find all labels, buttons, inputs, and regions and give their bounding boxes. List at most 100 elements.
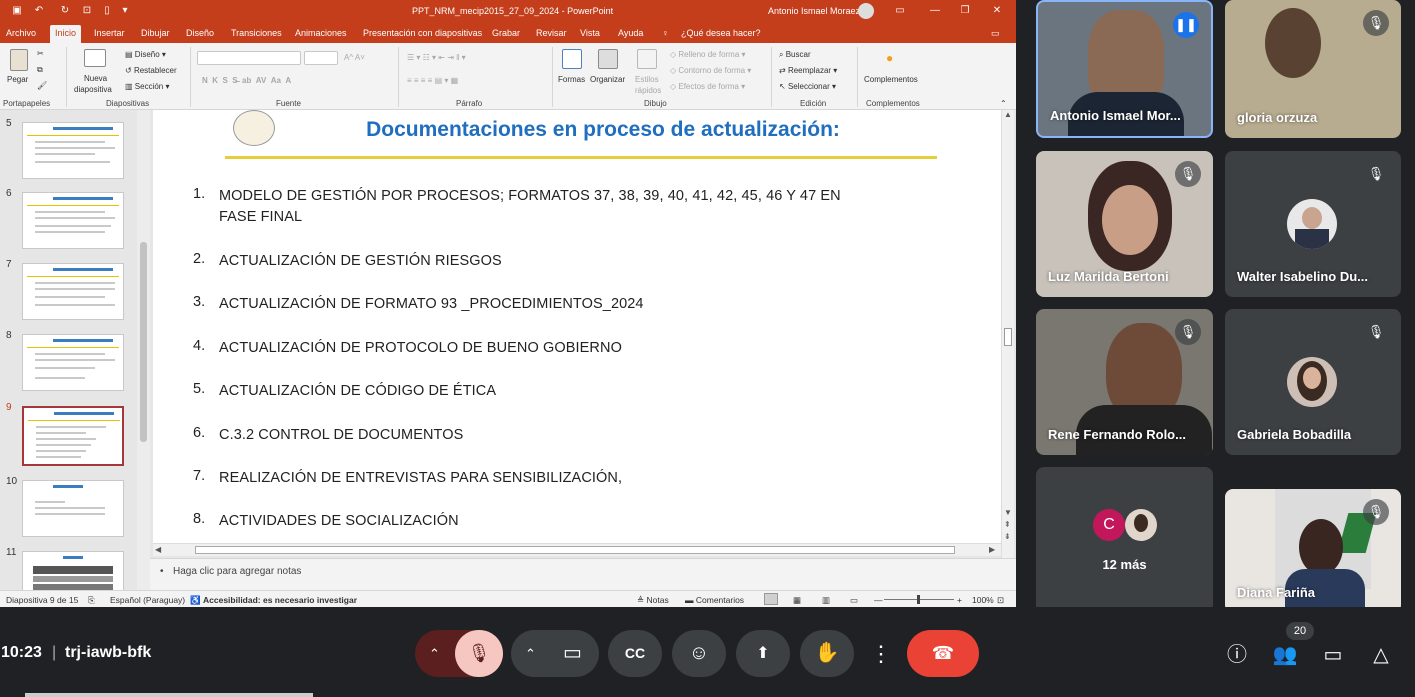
participant-tile-walter[interactable]: 🎙 Walter Isabelino Du... <box>1225 151 1401 297</box>
tab-diseno[interactable]: Diseño <box>186 28 214 38</box>
activities-icon[interactable]: △ <box>1367 641 1395 669</box>
slide-scroll-thumb[interactable] <box>1004 328 1012 346</box>
participant-tile-diana[interactable]: 🎙 Diana Fariña <box>1225 489 1401 613</box>
sorter-view-icon[interactable]: ▦ <box>793 595 801 606</box>
undo-icon[interactable]: ↶ <box>32 4 46 18</box>
tab-revisar[interactable]: Revisar <box>536 28 567 38</box>
addins-label[interactable]: Complementos <box>864 75 918 84</box>
quick-styles-label-2[interactable]: rápidos <box>635 86 661 95</box>
slide-vertical-scrollbar[interactable]: ▲ ▼ ⇞ ⇟ <box>1001 110 1014 558</box>
chat-icon[interactable]: ▭ <box>1319 641 1347 669</box>
arrange-icon[interactable] <box>598 49 618 69</box>
thumbnails-scrollbar[interactable] <box>137 110 150 590</box>
shape-fill-button[interactable]: ◇ Relleno de forma ▾ <box>670 50 746 59</box>
comments-button[interactable]: ▬ Comentarios <box>685 595 744 605</box>
spellcheck-icon[interactable]: ⎘ <box>88 595 95 606</box>
leave-call-button[interactable]: ☎ <box>907 630 979 677</box>
slideshow-view-icon[interactable]: ▭ <box>850 595 858 606</box>
new-slide-label-2[interactable]: diapositiva <box>74 85 112 94</box>
ribbon-options-icon[interactable]: ▭ <box>893 4 907 18</box>
save-icon[interactable]: ▣ <box>10 4 24 18</box>
zoom-in-icon[interactable]: + <box>957 595 962 605</box>
quick-styles-icon[interactable] <box>637 49 657 69</box>
replace-button[interactable]: ⇄ Reemplazar ▾ <box>779 66 837 75</box>
emoji-button[interactable]: ☺ <box>672 630 726 677</box>
shape-effects-button[interactable]: ◇ Efectos de forma ▾ <box>670 82 745 91</box>
restore-icon[interactable]: ❐ <box>958 4 972 18</box>
tab-presentacion[interactable]: Presentación con diapositivas <box>363 28 482 38</box>
tab-ayuda[interactable]: Ayuda <box>618 28 643 38</box>
paste-icon[interactable] <box>10 49 28 71</box>
present-icon[interactable]: ⊡ <box>80 4 94 18</box>
close-icon[interactable]: ✕ <box>990 4 1004 18</box>
notes-pane[interactable]: • Haga clic para agregar notas <box>150 558 1016 590</box>
zoom-out-icon[interactable]: — <box>874 595 883 605</box>
tab-transiciones[interactable]: Transiciones <box>231 28 282 38</box>
collapse-ribbon-icon[interactable]: ⌃ <box>1000 99 1007 108</box>
more-participants-tile[interactable]: C 12 más <box>1036 467 1213 613</box>
tab-insertar[interactable]: Insertar <box>94 28 125 38</box>
slide-title[interactable]: Documentaciones en proceso de actualizac… <box>253 118 953 142</box>
scroll-down-icon[interactable]: ▼ <box>1004 508 1012 517</box>
find-button[interactable]: ⌕ Buscar <box>779 50 811 60</box>
language[interactable]: Español (Paraguay) <box>110 595 185 605</box>
audio-options-icon[interactable]: ⌃ <box>429 630 440 677</box>
list-icons[interactable]: ☰ ▾ ☷ ▾ ⇤ ⇥ ‖ ▾ <box>407 53 466 62</box>
user-avatar[interactable] <box>858 3 874 19</box>
user-name[interactable]: Antonio Ismael Moraez <box>768 6 860 16</box>
prev-slide-icon[interactable]: ⇞ <box>1004 520 1011 529</box>
comments-icon[interactable]: ▭ <box>991 28 1000 39</box>
new-slide-label[interactable]: Nueva <box>84 74 107 83</box>
redo-icon[interactable]: ↻ <box>58 4 72 18</box>
participant-tile-luz[interactable]: 🎙 Luz Marilda Bertoni <box>1036 151 1213 297</box>
reading-view-icon[interactable]: ▥ <box>822 595 830 606</box>
accessibility-icon[interactable]: ♿ <box>190 595 201 606</box>
font-name-select[interactable] <box>197 51 301 65</box>
shape-outline-button[interactable]: ◇ Contorno de forma ▾ <box>670 66 751 75</box>
notes-button[interactable]: ≜ Notas <box>637 595 669 606</box>
more-options-button[interactable]: ⋮ <box>864 630 898 677</box>
notes-placeholder[interactable]: Haga clic para agregar notas <box>173 566 301 577</box>
raise-hand-button[interactable]: ✋ <box>800 630 854 677</box>
scroll-right-icon[interactable]: ▶ <box>989 545 995 554</box>
video-options-icon[interactable]: ⌃ <box>525 630 536 677</box>
participant-tile-gloria[interactable]: 🎙 gloria orzuza <box>1225 0 1401 138</box>
camera-icon[interactable]: ▭ <box>563 630 582 677</box>
shapes-label[interactable]: Formas <box>558 75 585 84</box>
align-icons[interactable]: ≡ ≡ ≡ ≡ ▤ ▾ ▦ <box>407 76 458 85</box>
captions-button[interactable]: CC <box>608 630 662 677</box>
slide-horizontal-scrollbar[interactable]: ◀ ▶ <box>153 543 1001 556</box>
arrange-label[interactable]: Organizar <box>590 75 625 84</box>
minimize-icon[interactable]: — <box>928 4 942 18</box>
addins-icon[interactable]: ● <box>886 51 893 65</box>
format-painter-icon[interactable]: 🖌 <box>37 81 47 90</box>
section-button[interactable]: ▥ Sección ▾ <box>125 82 170 91</box>
cut-icon[interactable]: ✂ <box>37 49 44 58</box>
accessibility-status[interactable]: Accesibilidad: es necesario investigar <box>203 595 357 605</box>
people-icon[interactable]: 👥 <box>1271 641 1299 669</box>
new-slide-icon[interactable] <box>84 49 106 67</box>
tab-grabar[interactable]: Grabar <box>492 28 520 38</box>
font-size-select[interactable] <box>304 51 338 65</box>
select-button[interactable]: ↖ Seleccionar ▾ <box>779 82 836 91</box>
next-slide-icon[interactable]: ⇟ <box>1004 532 1011 541</box>
mic-toggle-button[interactable]: 🎙 <box>455 630 503 677</box>
scroll-left-icon[interactable]: ◀ <box>155 545 161 554</box>
horizontal-scroll-thumb[interactable] <box>195 546 955 554</box>
new-doc-icon[interactable]: ▯ <box>100 4 114 18</box>
layout-button[interactable]: ▤ Diseño ▾ <box>125 50 166 59</box>
scroll-up-icon[interactable]: ▲ <box>1004 110 1012 119</box>
current-slide[interactable]: Documentaciones en proceso de actualizac… <box>153 110 1001 543</box>
font-style-icons[interactable]: N K S S̶ ab AV Aa A <box>202 76 291 85</box>
tab-animaciones[interactable]: Animaciones <box>295 28 347 38</box>
reset-button[interactable]: ↺ Restablecer <box>125 66 177 75</box>
shapes-icon[interactable] <box>562 49 582 69</box>
tab-vista[interactable]: Vista <box>580 28 600 38</box>
normal-view-icon[interactable] <box>764 593 778 605</box>
customize-qa-icon[interactable]: ▾ <box>118 4 132 18</box>
tell-me-search[interactable]: ¿Qué desea hacer? <box>681 28 761 38</box>
grow-font-icon[interactable]: A^ A˅ <box>344 53 365 62</box>
participant-tile-gabriela[interactable]: 🎙 Gabriela Bobadilla <box>1225 309 1401 455</box>
copy-icon[interactable]: ⧉ <box>37 65 43 75</box>
meeting-info-icon[interactable]: ⓘ <box>1223 641 1251 669</box>
